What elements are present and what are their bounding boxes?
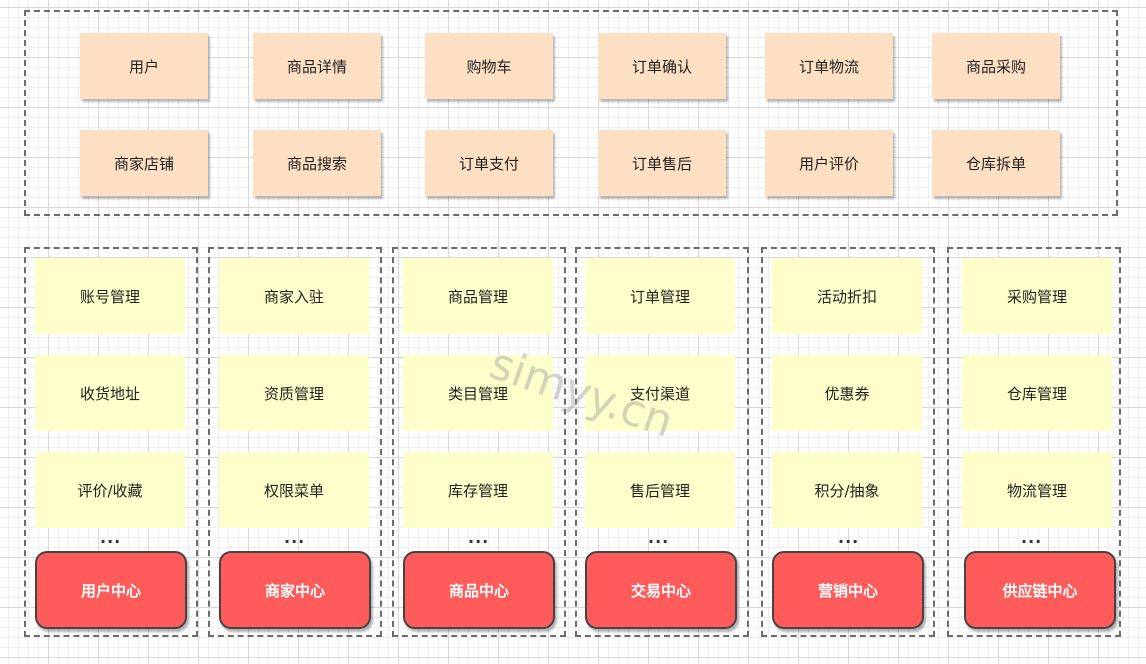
feature-order-aftersale: 订单售后: [598, 130, 726, 196]
capability-order-management: 订单管理: [585, 258, 735, 334]
capability-category-management: 类目管理: [403, 355, 553, 431]
product-center-node: 商品中心: [403, 551, 555, 629]
feature-warehouse-split: 仓库拆单: [932, 130, 1060, 196]
capability-permission-menu: 权限菜单: [219, 452, 369, 528]
feature-product-detail: 商品详情: [253, 33, 381, 99]
more-ellipsis: ...: [838, 528, 860, 547]
capability-account-management: 账号管理: [35, 258, 185, 334]
feature-order-payment: 订单支付: [425, 130, 553, 196]
capability-qualification-management: 资质管理: [219, 355, 369, 431]
feature-order-confirm: 订单确认: [598, 33, 726, 99]
trade-center-node: 交易中心: [585, 551, 737, 629]
feature-order-logistics: 订单物流: [765, 33, 893, 99]
more-ellipsis: ...: [284, 528, 306, 547]
capability-aftersale-management: 售后管理: [585, 452, 735, 528]
more-ellipsis: ...: [1021, 528, 1043, 547]
capability-coupon: 优惠券: [772, 355, 922, 431]
capability-merchant-onboarding: 商家入驻: [219, 258, 369, 334]
feature-shopping-cart: 购物车: [425, 33, 553, 99]
capability-review-favorites: 评价/收藏: [35, 452, 185, 528]
marketing-center-node: 营销中心: [772, 551, 924, 629]
capability-inventory-management: 库存管理: [403, 452, 553, 528]
merchant-center-node: 商家中心: [219, 551, 371, 629]
more-ellipsis: ...: [648, 528, 670, 547]
feature-merchant-store: 商家店铺: [80, 130, 208, 196]
capability-points-lottery: 积分/抽象: [772, 452, 922, 528]
capability-logistics-management: 物流管理: [962, 452, 1112, 528]
more-ellipsis: ...: [468, 528, 490, 547]
feature-user: 用户: [80, 33, 208, 99]
capability-payment-channel: 支付渠道: [585, 355, 735, 431]
capability-activity-discount: 活动折扣: [772, 258, 922, 334]
capability-shipping-address: 收货地址: [35, 355, 185, 431]
supply-chain-center-node: 供应链中心: [964, 551, 1116, 629]
capability-purchase-management: 采购管理: [962, 258, 1112, 334]
feature-product-purchase: 商品采购: [932, 33, 1060, 99]
feature-product-search: 商品搜索: [253, 130, 381, 196]
user-center-node: 用户中心: [35, 551, 187, 629]
capability-warehouse-management: 仓库管理: [962, 355, 1112, 431]
more-ellipsis: ...: [100, 528, 122, 547]
feature-user-review: 用户评价: [765, 130, 893, 196]
capability-product-management: 商品管理: [403, 258, 553, 334]
